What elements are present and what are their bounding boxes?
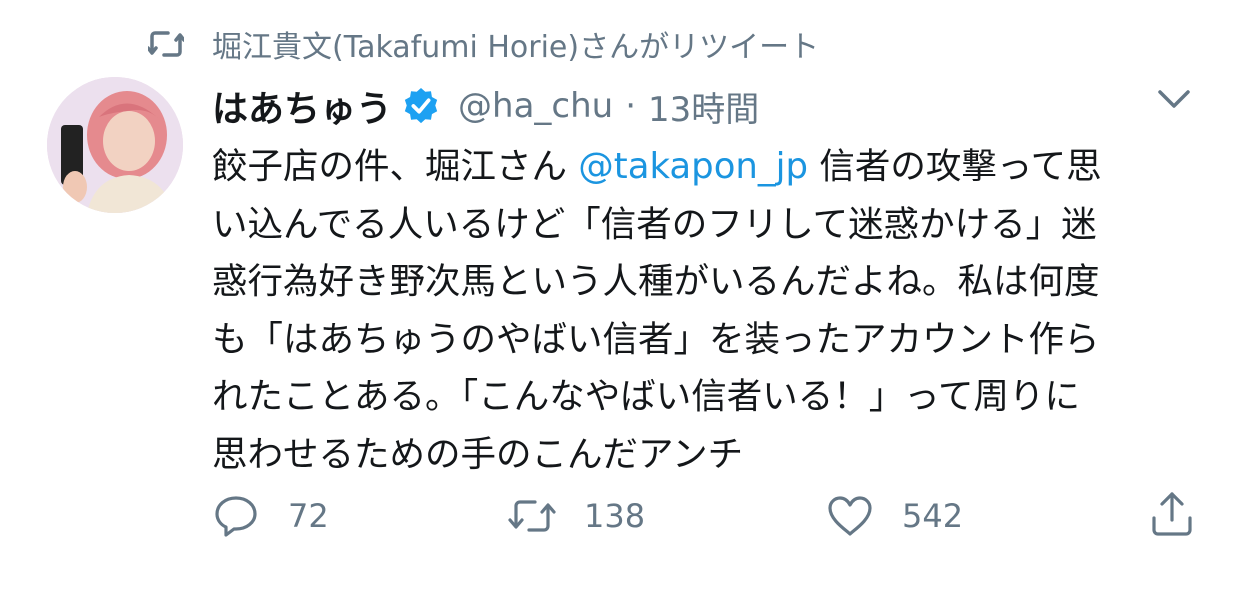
retweet-icon [148, 31, 184, 57]
retweet-banner-text: 堀江貴文(Takafumi Horie)さんがリツイート [212, 30, 820, 65]
retweet-button[interactable]: 138 [508, 490, 645, 542]
avatar-image [47, 77, 183, 213]
tweet-text-segment: 信者の攻撃って思 [808, 146, 1102, 187]
tweet-text-line: 思わせるための手のこんだアンチ [212, 433, 744, 475]
reply-button[interactable]: 72 [212, 490, 329, 542]
retweet-banner[interactable]: 堀江貴文(Takafumi Horie)さんがリツイート [148, 22, 819, 66]
author-handle[interactable]: @ha_chu [458, 86, 613, 126]
author-name[interactable]: はあちゅう [212, 80, 392, 132]
heart-icon [828, 496, 872, 536]
tweet-text-line: 惑行為好き野次馬という人種がいるんだよね。私は何度 [212, 261, 1100, 302]
mention-link[interactable]: @takapon_jp [578, 146, 808, 187]
reply-count: 72 [288, 497, 329, 535]
tweet-header: はあちゅう @ha_chu · 13時間 [212, 78, 759, 134]
tweet-text-segment: 餃子店の件、堀江さん [212, 146, 579, 187]
like-count: 542 [902, 497, 964, 535]
share-button[interactable] [1148, 488, 1196, 540]
tweet-timestamp[interactable]: 13時間 [648, 82, 759, 131]
tweet-text-line: い込んでる人いるけど「信者のフリして迷惑かける」迷 [212, 203, 1097, 245]
tweet-text-line: れたことある。「こんなやばい信者いる！」って周りに [212, 376, 1080, 417]
tweet-text: 餃子店の件、堀江さん @takapon_jp 信者の攻撃って思 い込んでる人いる… [212, 138, 1212, 483]
chevron-down-icon[interactable] [1154, 84, 1194, 116]
separator-dot: · [625, 86, 637, 126]
avatar[interactable] [47, 77, 183, 213]
tweet-text-line: 餃子店の件、堀江さん @takapon_jp 信者の攻撃って思 [212, 138, 1212, 196]
verified-badge-icon [404, 87, 438, 124]
share-icon [1152, 492, 1192, 536]
like-button[interactable]: 542 [826, 490, 963, 542]
retweet-icon [508, 500, 556, 532]
reply-icon [215, 496, 257, 537]
retweet-count: 138 [584, 497, 646, 535]
tweet-text-line: も「はあちゅうのやばい信者」を装ったアカウント作ら [212, 318, 1100, 360]
